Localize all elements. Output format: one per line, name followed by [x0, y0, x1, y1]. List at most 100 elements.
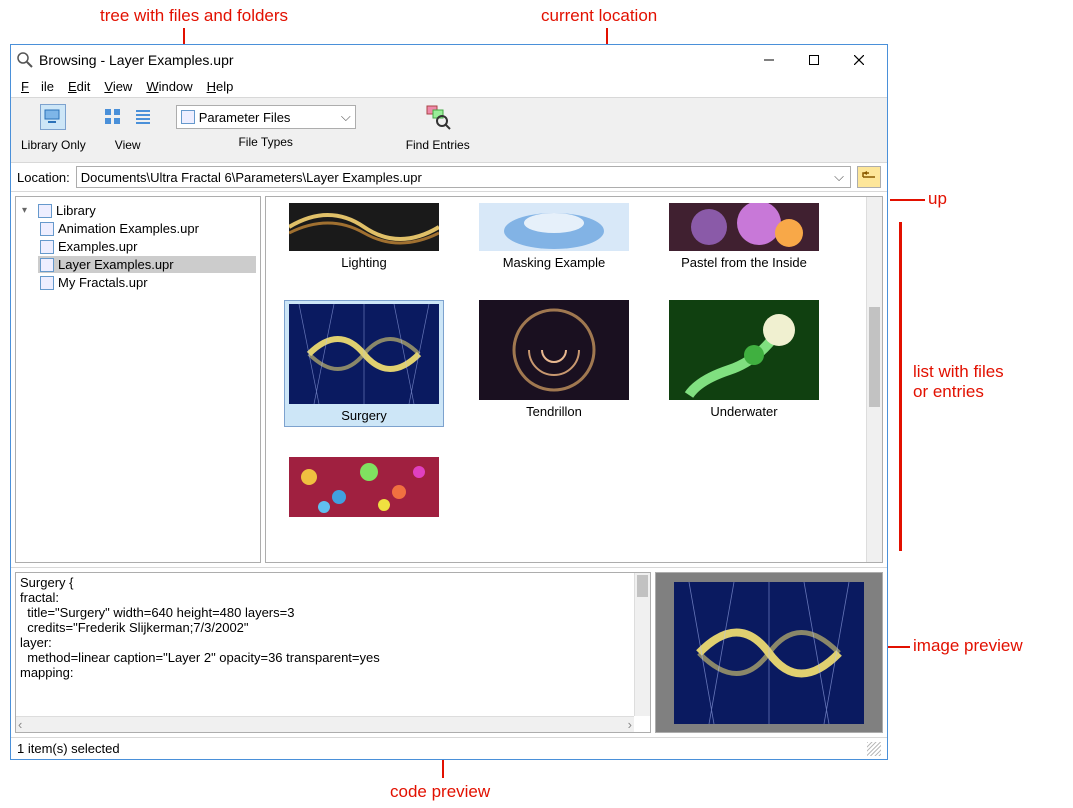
- location-path: Documents\Ultra Fractal 6\Parameters\Lay…: [81, 170, 422, 185]
- menu-help[interactable]: Help: [201, 77, 240, 96]
- annotation-line-up: [890, 199, 925, 201]
- thumbnail-image: [289, 304, 439, 404]
- close-button[interactable]: [836, 46, 881, 74]
- thumbnail-image: [669, 203, 819, 251]
- tree-pane[interactable]: ▾ Library Animation Examples.upr Example…: [15, 196, 261, 563]
- tree-item-3[interactable]: My Fractals.upr: [38, 274, 256, 291]
- scroll-left-icon[interactable]: ‹: [18, 717, 22, 732]
- location-input[interactable]: Documents\Ultra Fractal 6\Parameters\Lay…: [76, 166, 851, 188]
- toolbar-find-group: Find Entries: [402, 102, 474, 152]
- annotation-up: up: [928, 189, 947, 209]
- status-text: 1 item(s) selected: [17, 741, 120, 756]
- file-types-dropdown[interactable]: Parameter Files ⌵: [176, 105, 356, 129]
- thumbnail-underwater[interactable]: Underwater: [664, 300, 824, 427]
- list-scrollbar[interactable]: [866, 197, 882, 562]
- menubar: File Edit View Window Help: [11, 75, 887, 97]
- window-title: Browsing - Layer Examples.upr: [39, 52, 746, 68]
- file-icon: [40, 258, 54, 272]
- tree-item-0[interactable]: Animation Examples.upr: [38, 220, 256, 237]
- folder-icon: [38, 204, 52, 218]
- thumbnail-image: [289, 457, 439, 517]
- library-only-label: Library Only: [21, 138, 86, 152]
- thumbnail-tendrillon[interactable]: Tendrillon: [474, 300, 634, 427]
- code-preview-pane[interactable]: Surgery { fractal: title="Surgery" width…: [15, 572, 651, 733]
- annotation-location: current location: [541, 6, 657, 26]
- annotation-image-preview: image preview: [913, 636, 1023, 656]
- tree-root: ▾ Library Animation Examples.upr Example…: [20, 202, 256, 291]
- up-button[interactable]: [857, 166, 881, 188]
- thumbnail-label: Pastel from the Inside: [681, 255, 807, 270]
- thumbnail-extra[interactable]: [284, 457, 444, 521]
- thumbnail-surgery[interactable]: Surgery: [284, 300, 444, 427]
- toolbar: Library Only View Parameter Files ⌵ File…: [11, 97, 887, 163]
- thumbnail-masking-example[interactable]: Masking Example: [474, 203, 634, 270]
- thumbnail-image: [669, 300, 819, 400]
- tree-item-label: Animation Examples.upr: [58, 221, 199, 236]
- tree-toggle-icon[interactable]: ▾: [22, 205, 34, 216]
- scroll-right-icon[interactable]: ›: [628, 717, 632, 732]
- statusbar: 1 item(s) selected: [11, 737, 887, 759]
- file-icon: [40, 240, 54, 254]
- window-controls: [746, 46, 881, 74]
- location-bar: Location: Documents\Ultra Fractal 6\Para…: [11, 163, 887, 191]
- tree-item-2[interactable]: Layer Examples.upr: [38, 256, 256, 273]
- tree-root-item[interactable]: ▾ Library: [20, 202, 256, 219]
- app-icon: [17, 52, 33, 68]
- annotation-line-list: [899, 222, 902, 551]
- annotation-tree: tree with files and folders: [100, 6, 288, 26]
- view-label: View: [115, 138, 141, 152]
- tree-root-label: Library: [56, 203, 96, 218]
- thumbnail-label: Tendrillon: [526, 404, 582, 419]
- find-entries-button[interactable]: [423, 102, 453, 132]
- tree-item-1[interactable]: Examples.upr: [38, 238, 256, 255]
- library-only-button[interactable]: [40, 104, 66, 130]
- thumbnail-lighting[interactable]: Lighting: [284, 203, 444, 270]
- thumbnail-label: Surgery: [341, 408, 387, 423]
- tree-item-label: Layer Examples.upr: [58, 257, 174, 272]
- bottom-area: Surgery { fractal: title="Surgery" width…: [11, 567, 887, 737]
- scroll-thumb[interactable]: [637, 575, 648, 597]
- view-thumbs-button[interactable]: [100, 104, 126, 130]
- thumbnail-label: Lighting: [341, 255, 387, 270]
- location-chevron-icon: ⌵: [834, 169, 844, 185]
- thumbnail-label: Masking Example: [503, 255, 606, 270]
- file-types-value: Parameter Files: [199, 110, 291, 125]
- view-list-button[interactable]: [130, 104, 156, 130]
- thumbnails: Lighting Masking Example Pastel from the…: [266, 197, 882, 527]
- minimize-button[interactable]: [746, 46, 791, 74]
- tree-item-label: Examples.upr: [58, 239, 137, 254]
- annotation-code-preview: code preview: [390, 782, 490, 802]
- thumbnail-image: [479, 300, 629, 400]
- code-scrollbar-vertical[interactable]: [634, 573, 650, 716]
- resize-grip[interactable]: [867, 742, 881, 756]
- menu-window[interactable]: Window: [140, 77, 198, 96]
- code-scrollbar-horizontal[interactable]: ‹ ›: [16, 716, 634, 732]
- thumbnail-image: [479, 203, 629, 251]
- image-preview-pane: [655, 572, 883, 733]
- chevron-down-icon: ⌵: [341, 109, 351, 125]
- scroll-thumb[interactable]: [869, 307, 880, 407]
- find-entries-label: Find Entries: [406, 138, 470, 152]
- image-preview: [674, 582, 864, 724]
- maximize-button[interactable]: [791, 46, 836, 74]
- toolbar-view-group: View: [96, 102, 160, 152]
- list-pane[interactable]: Lighting Masking Example Pastel from the…: [265, 196, 883, 563]
- thumbnail-image: [289, 203, 439, 251]
- file-types-icon: [181, 110, 195, 124]
- file-icon: [40, 276, 54, 290]
- file-icon: [40, 222, 54, 236]
- tree-item-label: My Fractals.upr: [58, 275, 148, 290]
- code-text: Surgery { fractal: title="Surgery" width…: [20, 575, 380, 680]
- menu-edit[interactable]: Edit: [62, 77, 96, 96]
- toolbar-filetypes-group: Parameter Files ⌵ File Types: [166, 102, 366, 149]
- menu-view[interactable]: View: [98, 77, 138, 96]
- browser-window: Browsing - Layer Examples.upr File Edit …: [10, 44, 888, 760]
- titlebar: Browsing - Layer Examples.upr: [11, 45, 887, 75]
- main-area: ▾ Library Animation Examples.upr Example…: [11, 191, 887, 567]
- toolbar-library-group: Library Only: [17, 102, 90, 152]
- menu-file[interactable]: File: [15, 77, 60, 96]
- thumbnail-pastel[interactable]: Pastel from the Inside: [664, 203, 824, 270]
- annotation-list: list with files or entries: [913, 362, 1004, 402]
- location-label: Location:: [17, 170, 70, 185]
- file-types-label: File Types: [238, 135, 292, 149]
